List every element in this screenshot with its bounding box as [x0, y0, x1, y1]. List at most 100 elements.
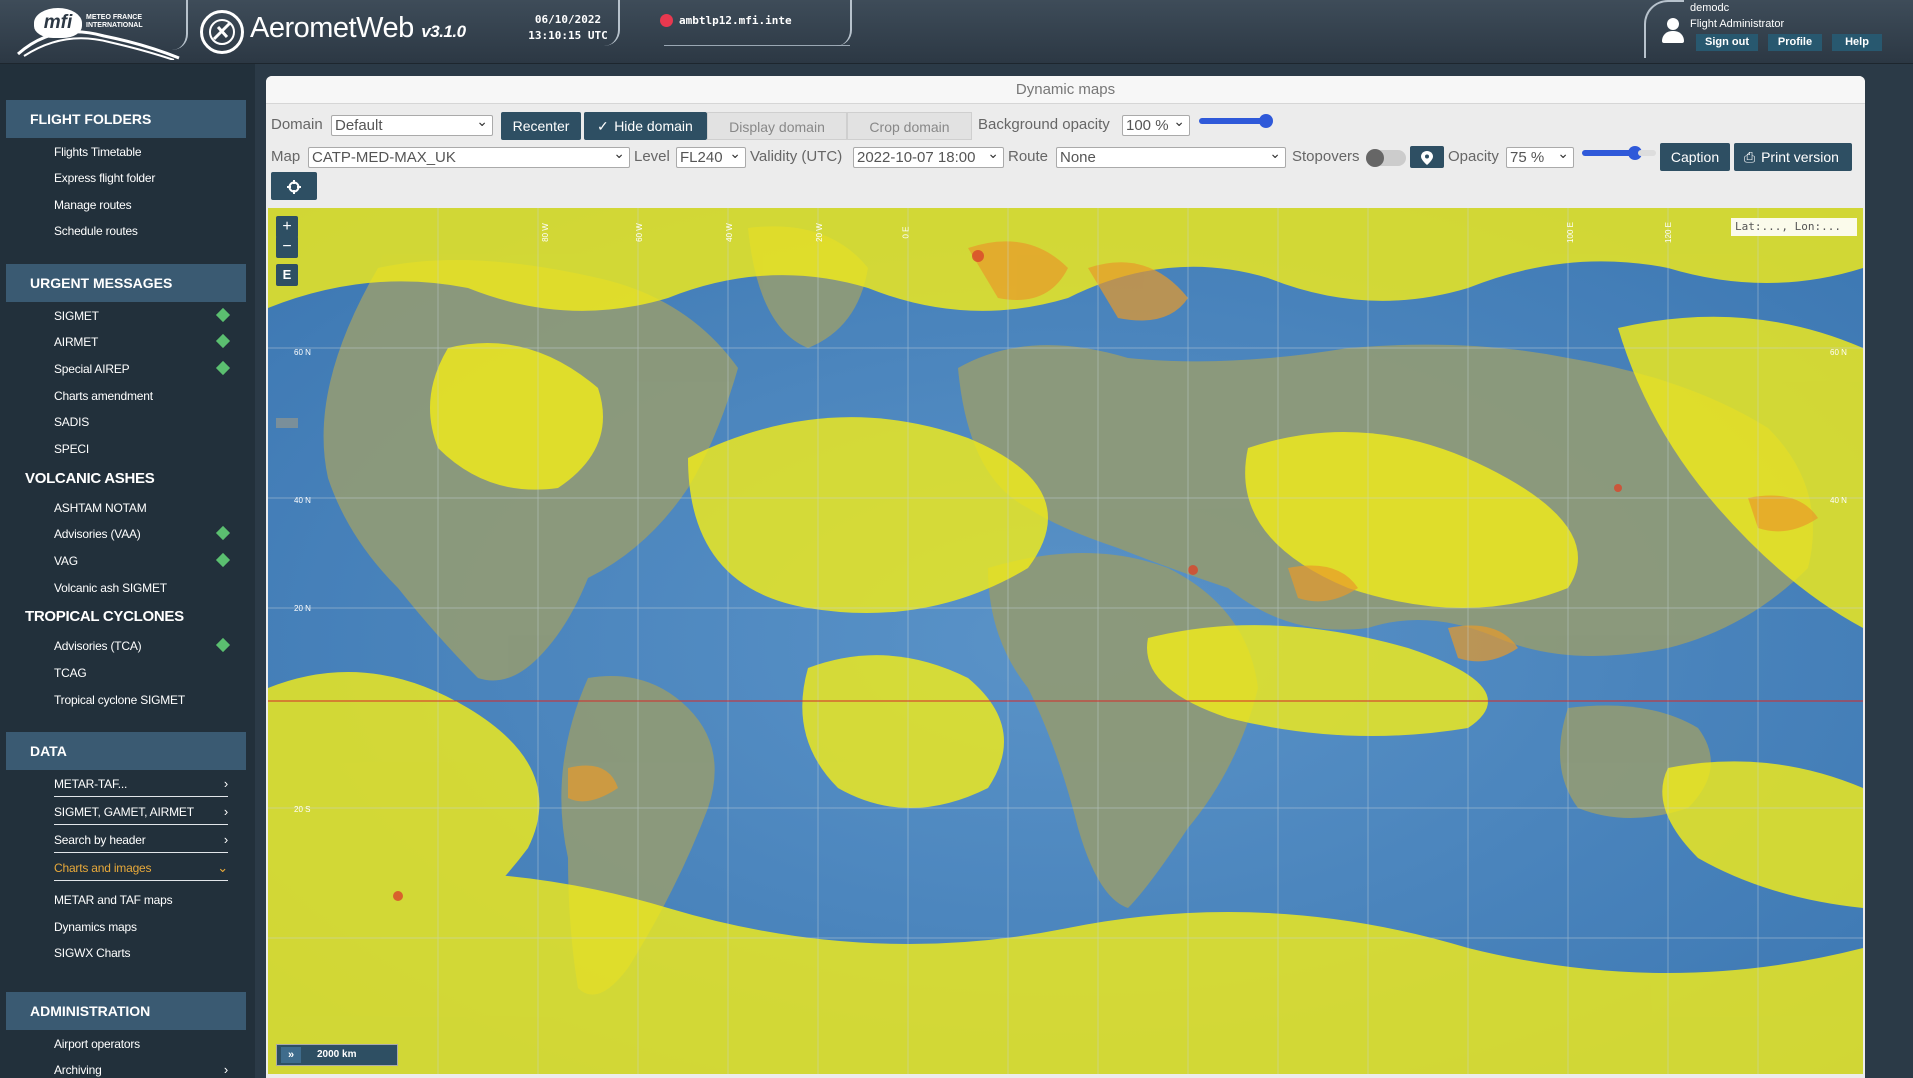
- server-status: ambtlp12.mfi.inte: [660, 13, 792, 27]
- world-map-image[interactable]: [268, 208, 1863, 1074]
- nav-airmet[interactable]: AIRMET: [54, 332, 231, 352]
- user-role: Flight Administrator: [1690, 18, 1785, 30]
- hide-domain-button[interactable]: ✓ Hide domain: [584, 112, 707, 140]
- domain-select[interactable]: Default: [331, 112, 493, 136]
- nav-charts-amendment[interactable]: Charts amendment: [54, 386, 228, 406]
- nav-flights-timetable[interactable]: Flights Timetable: [54, 142, 228, 162]
- bg-opacity-select[interactable]: 100 %: [1122, 112, 1190, 136]
- panel-title: Dynamic maps: [266, 76, 1865, 104]
- display-domain-button[interactable]: Display domain: [707, 112, 847, 140]
- zoom-in-button[interactable]: +: [276, 216, 298, 238]
- lon-label: 80 W: [540, 223, 550, 242]
- profile-button[interactable]: Profile: [1768, 34, 1822, 51]
- stopovers-toggle[interactable]: [1366, 149, 1406, 167]
- nav-airmet-label: AIRMET: [54, 335, 99, 349]
- nav-tropical-cyclone-sigmet[interactable]: Tropical cyclone SIGMET: [54, 690, 228, 710]
- nav-sigmet-gamet-airmet[interactable]: SIGMET, GAMET, AIRMET ›: [54, 802, 228, 825]
- lon-label: 100 E: [1565, 222, 1575, 243]
- section-data[interactable]: DATA: [6, 732, 246, 770]
- lat-label: 40 N: [1830, 496, 1847, 505]
- section-urgent-messages[interactable]: URGENT MESSAGES: [6, 264, 246, 302]
- logo-swoosh-icon: [17, 30, 180, 60]
- help-button[interactable]: Help: [1832, 34, 1882, 51]
- opacity-slider[interactable]: [1582, 146, 1642, 160]
- nav-volcanic-ash-sigmet[interactable]: Volcanic ash SIGMET: [54, 578, 228, 598]
- alert-diamond-icon: [215, 552, 231, 568]
- map-canvas[interactable]: + − E Lat:..., Lon:... 60 N 40 N 20 N 20…: [268, 208, 1863, 1074]
- section-administration[interactable]: ADMINISTRATION: [6, 992, 246, 1030]
- nav-airport-operators[interactable]: Airport operators: [54, 1034, 228, 1054]
- nav-sigmet[interactable]: SIGMET: [54, 306, 231, 326]
- user-name: demodc: [1690, 2, 1730, 14]
- lon-label: 40 W: [724, 223, 734, 242]
- map-select[interactable]: CATP-MED-MAX_UK: [308, 144, 630, 168]
- check-icon: ✓: [597, 118, 609, 134]
- crosshair-icon: [287, 180, 301, 195]
- print-version-button[interactable]: ⎙ Print version: [1734, 143, 1852, 171]
- header-curve-3: [832, 0, 852, 46]
- nav-charts-and-images-label: Charts and images: [54, 861, 152, 875]
- recenter-button[interactable]: Recenter: [501, 112, 581, 140]
- header-curve-1: [168, 0, 188, 50]
- bg-opacity-slider[interactable]: [1199, 114, 1273, 128]
- server-status-dot-icon: [660, 13, 673, 27]
- sidebar: FLIGHT FOLDERS Flights Timetable Express…: [0, 64, 255, 1078]
- opacity-select[interactable]: 75 %: [1506, 144, 1574, 168]
- level-select[interactable]: FL240: [676, 144, 746, 168]
- lat-label: 20 S: [294, 805, 311, 814]
- nav-vag[interactable]: VAG: [54, 551, 231, 571]
- hide-domain-label: Hide domain: [614, 118, 693, 134]
- section-volcanic-ashes[interactable]: VOLCANIC ASHES: [25, 470, 155, 487]
- stopovers-label: Stopovers: [1292, 148, 1360, 165]
- sign-out-button[interactable]: Sign out: [1696, 34, 1758, 51]
- alert-diamond-icon: [215, 637, 231, 653]
- nav-charts-and-images[interactable]: Charts and images ⌄: [54, 858, 228, 881]
- nav-sadis[interactable]: SADIS: [54, 412, 228, 432]
- route-select[interactable]: None: [1056, 144, 1286, 168]
- chevron-down-icon: ⌄: [217, 860, 228, 875]
- nav-special-airep[interactable]: Special AIREP: [54, 359, 231, 379]
- lat-label: 20 N: [294, 604, 311, 613]
- nav-advisories-tca[interactable]: Advisories (TCA): [54, 636, 231, 656]
- opacity-slider-track[interactable]: [1638, 150, 1656, 156]
- zoom-out-button[interactable]: −: [276, 236, 298, 258]
- lon-label: 60 W: [634, 223, 644, 242]
- validity-select[interactable]: 2022-10-07 18:00: [853, 144, 1004, 168]
- server-name: ambtlp12.mfi.inte: [679, 14, 792, 27]
- nav-search-by-header-label: Search by header: [54, 833, 146, 847]
- edit-mode-button[interactable]: E: [276, 264, 298, 286]
- nav-metar-taf-maps[interactable]: METAR and TAF maps: [54, 890, 228, 910]
- nav-tcag[interactable]: TCAG: [54, 663, 228, 683]
- bg-opacity-label: Background opacity: [978, 116, 1110, 133]
- nav-metar-taf[interactable]: METAR-TAF... ›: [54, 774, 228, 797]
- header-curve-2: [600, 0, 620, 46]
- nav-search-by-header[interactable]: Search by header ›: [54, 830, 228, 853]
- nav-sigmet-gamet-airmet-label: SIGMET, GAMET, AIRMET: [54, 805, 194, 819]
- nav-dynamics-maps[interactable]: Dynamics maps: [54, 917, 228, 937]
- slider-knob[interactable]: [1259, 114, 1273, 128]
- section-tropical-cyclones[interactable]: TROPICAL CYCLONES: [25, 608, 184, 625]
- location-pin-button[interactable]: [1410, 146, 1444, 168]
- nav-ashtam-notam[interactable]: ASHTAM NOTAM: [54, 498, 228, 518]
- nav-advisories-vaa[interactable]: Advisories (VAA): [54, 524, 231, 544]
- app-name: AerometWeb: [250, 12, 414, 44]
- user-box: demodc Flight Administrator Sign out Pro…: [1644, 0, 1913, 58]
- locate-button[interactable]: [271, 172, 317, 200]
- nav-vag-label: VAG: [54, 554, 78, 568]
- crop-domain-button[interactable]: Crop domain: [847, 112, 972, 140]
- nav-archiving[interactable]: Archiving ›: [54, 1060, 228, 1078]
- nav-sigwx-charts[interactable]: SIGWX Charts: [54, 943, 228, 963]
- app-title: AerometWeb v3.1.0: [250, 12, 466, 45]
- map-layer-handle[interactable]: [276, 418, 298, 428]
- nav-schedule-routes[interactable]: Schedule routes: [54, 221, 228, 241]
- nav-speci[interactable]: SPECI: [54, 439, 228, 459]
- lon-label: 0 E: [901, 226, 911, 239]
- server-underline: [664, 45, 850, 46]
- expand-arrow-icon[interactable]: »: [281, 1047, 301, 1063]
- caption-button[interactable]: Caption: [1660, 143, 1730, 171]
- section-flight-folders[interactable]: FLIGHT FOLDERS: [6, 100, 246, 138]
- chevron-right-icon: ›: [223, 776, 228, 791]
- nav-manage-routes[interactable]: Manage routes: [54, 195, 228, 215]
- lat-label: 60 N: [294, 348, 311, 357]
- nav-express-flight-folder[interactable]: Express flight folder: [54, 168, 228, 188]
